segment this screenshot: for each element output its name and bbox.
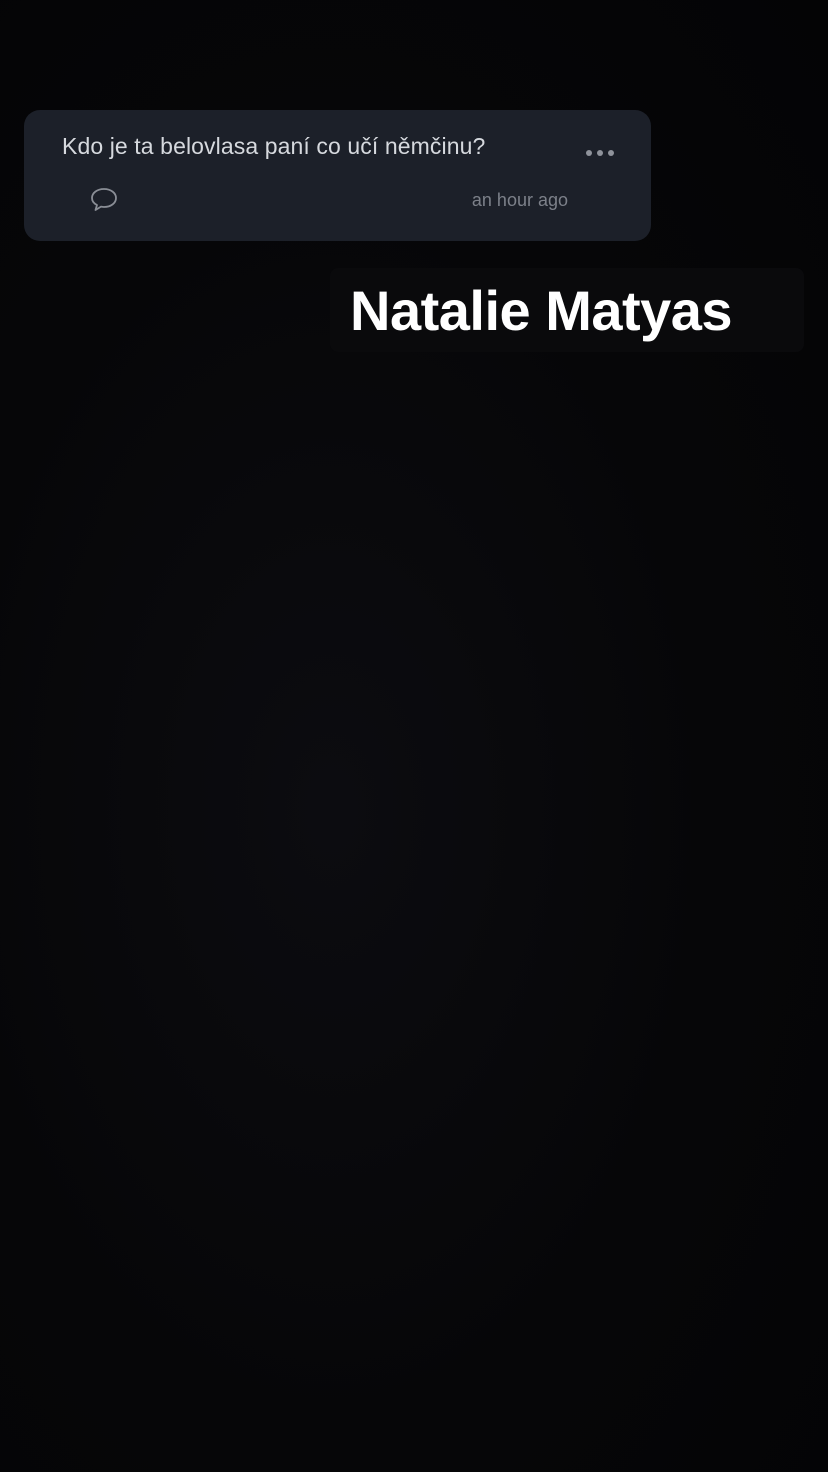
name-label: Natalie Matyas <box>350 279 733 342</box>
more-horizontal-icon-dot <box>597 150 603 156</box>
more-options-button[interactable] <box>580 140 620 166</box>
name-text-sticker: Natalie Matyas <box>330 268 804 352</box>
question-text: Kdo je ta belovlasa paní co učí němčinu? <box>62 133 486 159</box>
timestamp: an hour ago <box>471 190 568 210</box>
more-horizontal-icon <box>586 150 592 156</box>
question-card[interactable]: Kdo je ta belovlasa paní co učí němčinu?… <box>24 110 651 241</box>
more-horizontal-icon-dot <box>608 150 614 156</box>
story-background: Kdo je ta belovlasa paní co učí němčinu?… <box>0 0 828 1472</box>
reply-button[interactable] <box>88 184 120 214</box>
comment-bubble-icon <box>91 188 117 211</box>
